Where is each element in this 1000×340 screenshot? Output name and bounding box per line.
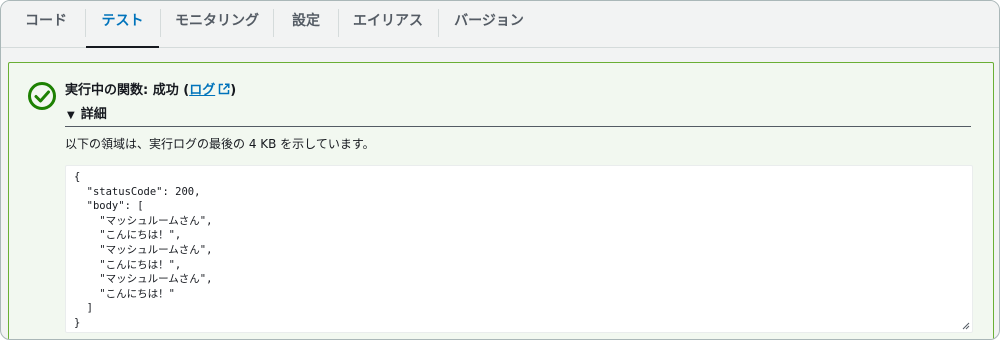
tab-aliases[interactable]: エイリアス [346,1,430,47]
log-description: 以下の領域は、実行ログの最後の 4 KB を示しています。 [65,137,375,151]
log-link[interactable]: ログ [189,83,230,98]
caret-down-icon: ▼ [67,110,75,121]
log-link-label: ログ [189,83,216,98]
check-circle-icon [28,82,56,110]
tab-code[interactable]: コード [15,1,77,47]
tab-configuration[interactable]: 設定 [281,1,331,47]
details-label: 詳細 [80,107,107,122]
details-toggle[interactable]: ▼ 詳細 [67,103,107,122]
resize-handle-icon[interactable] [962,322,970,330]
lambda-console-frame: コード テスト モニタリング 設定 エイリアス バージョン 実行中の関数: 成功… [0,0,1000,340]
details-divider [65,126,971,127]
execution-status-title: 実行中の関数: 成功 (ログ) [65,79,236,98]
tab-separator [438,9,439,37]
execution-result-panel: 実行中の関数: 成功 (ログ) ▼ 詳細 以下の領域は、実行ログの最後の 4 KB… [8,62,994,339]
execution-output-textarea[interactable]: { "statusCode": 200, "body": [ "マッシュルームさ… [65,165,973,333]
status-text: 実行中の関数: 成功 ( [65,83,190,98]
tab-monitoring[interactable]: モニタリング [169,1,265,47]
status-suffix: ) [230,83,237,98]
tab-separator [273,9,274,37]
external-link-icon [218,83,230,95]
tab-test[interactable]: テスト [86,1,159,48]
execution-output-text: { "statusCode": 200, "body": [ "マッシュルームさ… [74,171,213,329]
tab-bar: コード テスト モニタリング 設定 エイリアス バージョン [1,1,999,48]
tab-separator [338,9,339,37]
tab-versions[interactable]: バージョン [447,1,531,47]
tab-separator [160,9,161,37]
